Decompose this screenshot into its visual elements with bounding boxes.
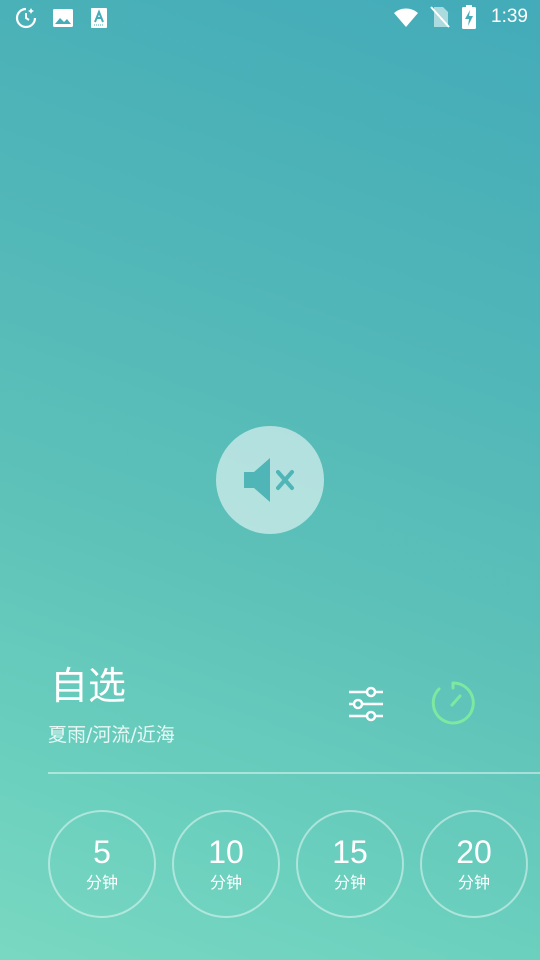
timer-option-value: 5 — [93, 834, 111, 870]
mute-button[interactable] — [216, 426, 324, 534]
moon-clock-icon — [14, 6, 38, 30]
mode-subtitle: 夏雨/河流/近海 — [48, 724, 175, 746]
status-bar-left-icons — [14, 6, 110, 30]
timer-option-value: 10 — [208, 834, 244, 870]
timer-option-unit: 分钟 — [457, 873, 490, 892]
image-icon — [52, 7, 74, 29]
battery-charging-icon — [461, 5, 477, 29]
timer-option-unit: 分钟 — [85, 873, 118, 892]
wifi-icon — [393, 6, 419, 28]
timer-icon — [430, 680, 476, 726]
timer-option-value: 15 — [332, 834, 368, 870]
timer-option-5[interactable]: 5 分钟 — [48, 810, 156, 918]
sound-mixer-button[interactable] — [346, 684, 386, 724]
status-time: 1:39 — [491, 6, 528, 27]
sleep-timer-button[interactable] — [430, 680, 476, 726]
volume-mute-icon — [240, 454, 300, 506]
sliders-icon — [346, 684, 386, 724]
status-bar: 1:39 — [0, 0, 540, 36]
timer-option-value: 20 — [456, 834, 492, 870]
no-sim-icon — [429, 5, 451, 29]
timer-option-unit: 分钟 — [333, 873, 366, 892]
divider — [48, 772, 540, 774]
status-bar-right-icons: 1:39 — [393, 5, 528, 29]
timer-options: 5 分钟 10 分钟 15 分钟 20 分钟 — [48, 810, 540, 918]
mode-title: 自选 — [50, 664, 127, 708]
timer-option-unit: 分钟 — [209, 873, 242, 892]
timer-option-10[interactable]: 10 分钟 — [172, 810, 280, 918]
timer-option-15[interactable]: 15 分钟 — [296, 810, 404, 918]
font-a-icon — [88, 7, 110, 29]
timer-option-20[interactable]: 20 分钟 — [420, 810, 528, 918]
